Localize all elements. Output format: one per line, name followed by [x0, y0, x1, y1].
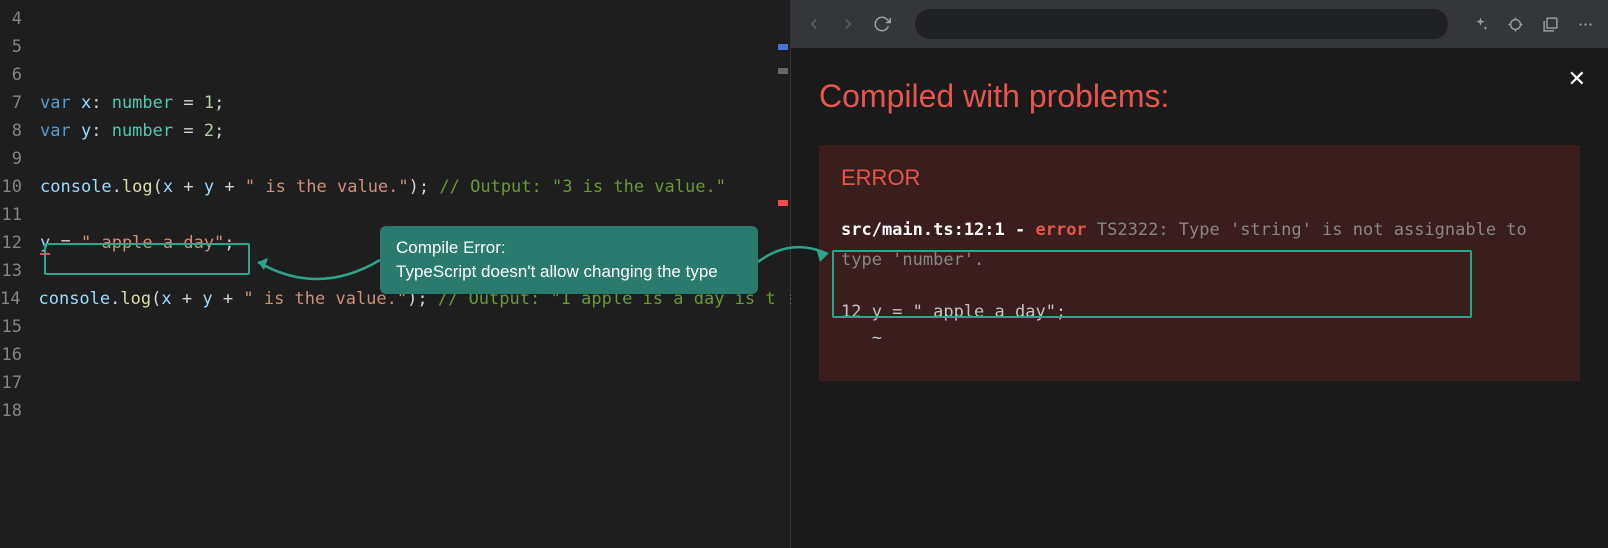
code-line[interactable]: 18	[0, 397, 790, 425]
line-number: 6	[0, 61, 40, 89]
line-number: 14	[0, 285, 38, 313]
forward-icon[interactable]	[839, 15, 857, 33]
open-external-icon[interactable]	[1542, 16, 1559, 33]
scroll-mark	[778, 44, 788, 50]
snippet-marker: ~	[841, 325, 1558, 351]
line-number: 9	[0, 145, 40, 173]
more-icon[interactable]	[1577, 16, 1594, 33]
scroll-mark	[778, 68, 788, 74]
code-content: var x: number = 1;	[40, 89, 790, 117]
code-line[interactable]: 16	[0, 341, 790, 369]
browser-preview-pane: ✕ Compiled with problems: ERROR src/main…	[790, 0, 1608, 548]
code-content: var y: number = 2;	[40, 117, 790, 145]
line-number: 10	[0, 173, 40, 201]
code-line[interactable]: 9	[0, 145, 790, 173]
line-number: 16	[0, 341, 40, 369]
error-panel: ERROR src/main.ts:12:1 - error TS2322: T…	[819, 145, 1580, 381]
code-line[interactable]: 7var x: number = 1;	[0, 89, 790, 117]
code-line[interactable]: 17	[0, 369, 790, 397]
url-bar[interactable]	[915, 9, 1448, 39]
line-number: 18	[0, 397, 40, 425]
error-heading: ERROR	[841, 165, 1558, 191]
error-file: src/main.ts:12:1	[841, 220, 1005, 240]
code-line[interactable]: 6	[0, 61, 790, 89]
reload-icon[interactable]	[873, 15, 891, 33]
annotation-tooltip: Compile Error: TypeScript doesn't allow …	[380, 226, 758, 294]
code-content: console.log(x + y + " is the value."); /…	[40, 173, 790, 201]
code-line[interactable]: 4	[0, 5, 790, 33]
sparkle-icon[interactable]	[1472, 16, 1489, 33]
annotation-line2: TypeScript doesn't allow changing the ty…	[396, 260, 742, 284]
code-line[interactable]: 11	[0, 201, 790, 229]
back-icon[interactable]	[805, 15, 823, 33]
annotation-line1: Compile Error:	[396, 236, 742, 260]
code-line[interactable]: 8var y: number = 2;	[0, 117, 790, 145]
browser-toolbar	[791, 0, 1608, 48]
code-line[interactable]: 5	[0, 33, 790, 61]
snippet-line: 12 y = " apple a day";	[841, 299, 1558, 325]
error-snippet: 12 y = " apple a day"; ~	[841, 299, 1558, 351]
line-number: 7	[0, 89, 40, 117]
browser-content: ✕ Compiled with problems: ERROR src/main…	[791, 48, 1608, 548]
line-number: 4	[0, 5, 40, 33]
line-number: 13	[0, 257, 40, 285]
line-number: 5	[0, 33, 40, 61]
editor-scrollbar[interactable]	[776, 0, 790, 548]
line-number: 17	[0, 369, 40, 397]
problems-title: Compiled with problems:	[819, 78, 1580, 115]
code-line[interactable]: 10console.log(x + y + " is the value.");…	[0, 173, 790, 201]
close-icon[interactable]: ✕	[1568, 66, 1586, 92]
line-number: 8	[0, 117, 40, 145]
line-number: 11	[0, 201, 40, 229]
error-message: src/main.ts:12:1 - error TS2322: Type 's…	[841, 215, 1558, 275]
line-number: 12	[0, 229, 40, 257]
target-icon[interactable]	[1507, 16, 1524, 33]
line-number: 15	[0, 313, 40, 341]
scroll-mark-error	[778, 200, 788, 206]
code-line[interactable]: 15	[0, 313, 790, 341]
